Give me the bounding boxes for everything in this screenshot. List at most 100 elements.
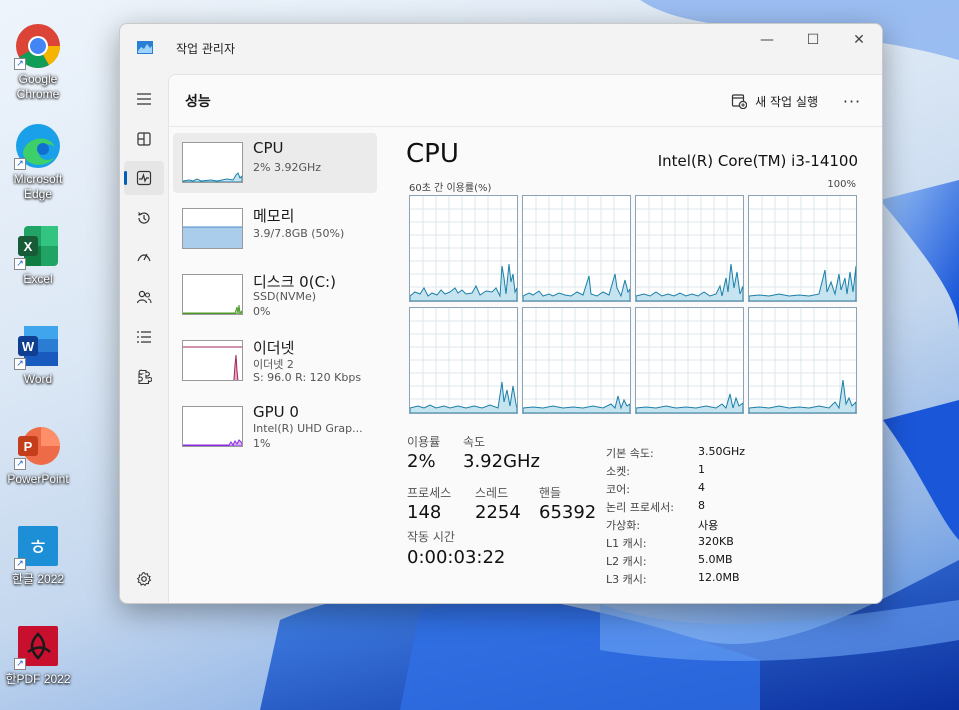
detail-title: CPU	[406, 139, 459, 169]
info-key: 코어:	[606, 483, 630, 496]
content-pane: 성능 새 작업 실행 ··· CPU 2% 3.92GHz 메모리 3.9/7.…	[168, 74, 882, 603]
resource-sub: 이더넷 2	[253, 358, 294, 371]
utilization-value: 2%	[407, 451, 436, 472]
hamburger-icon	[137, 93, 151, 105]
cpu-core-graph	[635, 307, 744, 414]
hamburger-menu-button[interactable]	[124, 82, 164, 116]
graph-max-label: 100%	[827, 179, 856, 190]
nav-performance[interactable]	[124, 161, 164, 195]
svg-text:W: W	[22, 339, 35, 354]
handles-label: 핸들	[539, 486, 562, 500]
cpu-mini-graph	[182, 142, 243, 183]
info-key: L1 캐시:	[606, 537, 647, 550]
edge-icon: ↗	[14, 122, 62, 170]
nav-processes[interactable]	[124, 122, 164, 156]
resource-item-cpu[interactable]: CPU 2% 3.92GHz	[173, 133, 377, 193]
hangul-icon: ㅎ ↗	[14, 522, 62, 570]
new-task-icon	[732, 94, 748, 109]
svg-text:X: X	[24, 239, 33, 254]
desktop-icon-label: 한PDF 2022	[5, 672, 71, 686]
info-key: 기본 속도:	[606, 447, 654, 460]
cpu-core-graph	[522, 307, 631, 414]
resource-name: 디스크 0(C:)	[253, 273, 336, 291]
resource-list: CPU 2% 3.92GHz 메모리 3.9/7.8GB (50%) 디스크 0…	[173, 133, 377, 463]
details-icon	[137, 331, 151, 343]
resource-item-gpu[interactable]: GPU 0 Intel(R) UHD Grap... 1%	[173, 397, 377, 457]
more-options-button[interactable]: ···	[838, 87, 866, 115]
window-title: 작업 관리자	[176, 42, 236, 56]
content-header: 성능 새 작업 실행 ···	[169, 75, 882, 127]
cpu-model: Intel(R) Core(TM) i3-14100	[657, 152, 858, 170]
threads-value: 2254	[475, 502, 521, 523]
page-title: 성능	[185, 94, 211, 110]
resource-name: CPU	[253, 139, 284, 157]
startup-icon	[137, 253, 151, 262]
desktop-icon-edge[interactable]: ↗ Microsoft Edge	[2, 122, 74, 202]
history-icon	[138, 212, 150, 224]
desktop-icon-label: 한글 2022	[11, 572, 65, 586]
speed-label: 속도	[463, 435, 486, 449]
uptime-label: 작동 시간	[407, 530, 455, 544]
resource-name: GPU 0	[253, 403, 299, 421]
resource-sub: 1%	[253, 437, 271, 450]
close-button[interactable]: ✕	[836, 24, 882, 56]
resource-item-disk[interactable]: 디스크 0(C:) SSD(NVMe) 0%	[173, 265, 377, 325]
nav-settings[interactable]	[124, 562, 164, 596]
info-key: L2 캐시:	[606, 555, 647, 568]
resource-item-memory[interactable]: 메모리 3.9/7.8GB (50%)	[173, 199, 377, 259]
desktop-icon-label: Microsoft Edge	[13, 172, 63, 201]
uptime-value: 0:00:03:22	[407, 547, 506, 568]
nav-startup[interactable]	[124, 240, 164, 274]
nav-app-history[interactable]	[124, 201, 164, 235]
minimize-button[interactable]: —	[744, 24, 790, 56]
svg-text:ㅎ: ㅎ	[28, 536, 48, 561]
maximize-button[interactable]: ☐	[790, 24, 836, 56]
excel-icon: X ↗	[14, 222, 62, 270]
cpu-core-graph	[748, 307, 857, 414]
run-new-task-button[interactable]: 새 작업 실행	[731, 89, 818, 113]
shortcut-arrow-icon: ↗	[14, 58, 26, 70]
resource-name: 이더넷	[253, 339, 295, 357]
nav-details[interactable]	[124, 320, 164, 354]
info-value: 12.0MB	[698, 571, 740, 584]
settings-gear-icon	[136, 571, 152, 587]
cpu-core-graph	[748, 195, 857, 302]
processes-label: 프로세스	[407, 486, 452, 500]
speed-value: 3.92GHz	[463, 451, 541, 472]
cpu-detail-pane: CPU Intel(R) Core(TM) i3-14100 60초 간 이용률…	[385, 133, 882, 603]
desktop-icon-label: PowerPoint	[7, 472, 69, 486]
threads-label: 스레드	[475, 486, 509, 500]
utilization-label: 이용률	[407, 435, 441, 449]
resource-item-ethernet[interactable]: 이더넷 이더넷 2 S: 96.0 R: 120 Kbps	[173, 331, 377, 391]
desktop-icon-hanpdf[interactable]: ↗ 한PDF 2022	[2, 622, 74, 687]
svg-text:P: P	[24, 439, 33, 454]
resource-name: 메모리	[253, 207, 295, 225]
nav-services[interactable]	[124, 360, 164, 394]
cpu-core-graph	[635, 195, 744, 302]
title-bar[interactable]: 작업 관리자 — ☐ ✕	[120, 24, 882, 74]
gpu-mini-graph	[182, 406, 243, 447]
logical-processor-graphs	[409, 195, 859, 415]
desktop-icon-excel[interactable]: X ↗ Excel	[2, 222, 74, 287]
nav-users[interactable]	[124, 280, 164, 314]
desktop-icon-powerpoint[interactable]: P ↗ PowerPoint	[2, 422, 74, 487]
memory-mini-graph	[182, 208, 243, 249]
info-value: 3.50GHz	[698, 445, 746, 458]
shortcut-arrow-icon: ↗	[14, 458, 26, 470]
info-value: 4	[698, 481, 705, 494]
info-key: L3 캐시:	[606, 573, 647, 586]
shortcut-arrow-icon: ↗	[14, 358, 26, 370]
desktop-icon-word[interactable]: W ↗ Word	[2, 322, 74, 387]
nav-rail	[120, 74, 168, 603]
desktop-icon-chrome[interactable]: ↗ Google Chrome	[2, 22, 74, 102]
shortcut-arrow-icon: ↗	[14, 658, 26, 670]
handles-value: 65392	[539, 502, 597, 523]
resource-sub: SSD(NVMe)	[253, 290, 317, 303]
info-key: 가상화:	[606, 519, 641, 532]
task-manager-window: 작업 관리자 — ☐ ✕ 성능 새 작업 실행 ··· CPU 2% 3.92G…	[119, 23, 883, 604]
graph-caption: 60초 간 이용률(%)	[409, 183, 492, 194]
desktop-icon-hangul[interactable]: ㅎ ↗ 한글 2022	[2, 522, 74, 587]
users-icon	[136, 290, 152, 304]
desktop-icon-label: Word	[23, 372, 53, 386]
performance-icon	[136, 170, 152, 186]
